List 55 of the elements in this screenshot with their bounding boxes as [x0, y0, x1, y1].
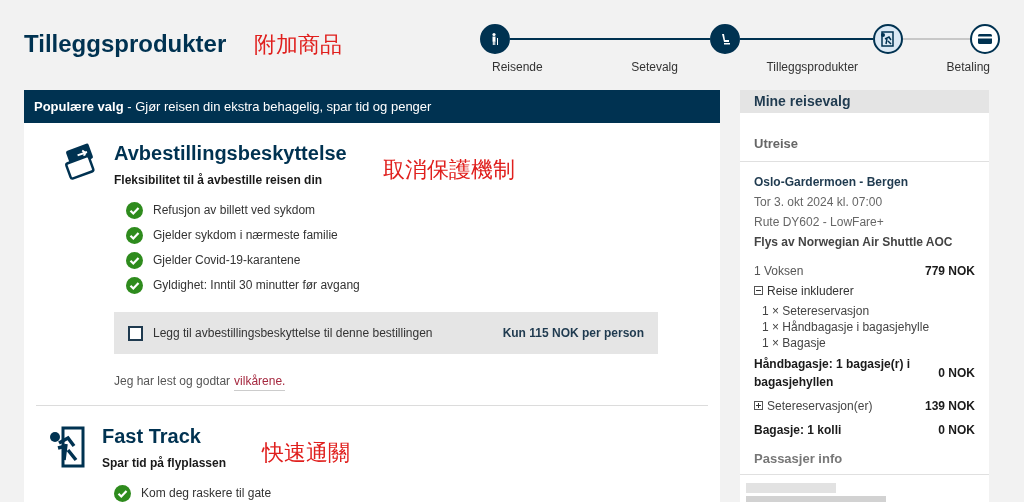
step-label[interactable]: Betaling — [934, 58, 990, 76]
product-subtitle: Spar tid på flyplassen — [102, 455, 227, 472]
step-marker[interactable] — [710, 24, 740, 54]
flight-text: Rute DY602 - LowFare+ — [754, 213, 885, 231]
step-label[interactable]: Setevalg — [619, 58, 678, 76]
page-title: Tilleggsprodukter — [24, 29, 227, 59]
operator-text: Flys av Norwegian Air Shuttle AOC — [754, 233, 954, 251]
section-title: Passasjer info — [754, 449, 844, 468]
check-icon — [126, 276, 143, 294]
benefit-text: Refusjon av billett ved sykdom — [153, 202, 316, 219]
checkbox[interactable] — [128, 325, 143, 341]
summary-label[interactable]: Setereservasjon(er) — [767, 396, 873, 415]
annotation-text: 附加商品 — [254, 30, 343, 59]
option-price: Kun 115 NOK per person — [502, 325, 644, 342]
ticket-icon — [62, 143, 98, 181]
terms-link[interactable]: vilkårene. — [234, 372, 286, 391]
fast-track-icon — [48, 426, 88, 468]
terms-text: Jeg har lest og godtar — [114, 373, 231, 390]
product-title: Fast Track — [102, 424, 202, 448]
included-item: 1 × Bagasje — [762, 334, 827, 351]
summary-amount: 0 NOK — [938, 364, 975, 382]
annotation-text: 取消保護機制 — [382, 156, 515, 184]
summary-amount: 779 NOK — [924, 262, 975, 280]
benefit-text: Gjelder sykdom i nærmeste familie — [153, 227, 338, 244]
check-icon — [126, 226, 143, 244]
summary-header: Mine reisevalg — [740, 90, 989, 113]
annotation-text: 快速通關 — [262, 439, 351, 467]
summary-label: 1 Voksen — [754, 262, 804, 280]
option-label: Legg til avbestillingsbeskyttelse til denne bestillingen — [153, 325, 434, 342]
date-text: Tor 3. okt 2024 kl. 07:00 — [754, 193, 884, 211]
step-marker[interactable] — [873, 24, 904, 54]
step-marker[interactable] — [480, 24, 510, 54]
credit-card-icon — [977, 33, 993, 45]
step-marker[interactable] — [970, 24, 1000, 54]
expand-icon[interactable] — [754, 401, 763, 410]
product-title: Avbestillingsbeskyttelse — [114, 141, 347, 165]
check-icon — [126, 251, 143, 269]
step-label[interactable]: Reisende — [480, 58, 543, 76]
benefit-text: Kom deg raskere til gate — [141, 485, 272, 502]
included-item: 1 × Setereservasjon — [762, 302, 871, 319]
product-subtitle: Fleksibilitet til å avbestille reisen din — [114, 172, 324, 189]
summary-label: Bagasje: 1 kolli — [754, 421, 842, 439]
section-title: Utreise — [754, 135, 799, 151]
benefit-text: Gjelder Covid-19-karantene — [153, 252, 301, 269]
included-item: 1 × Håndbagasje i bagasjehylle — [762, 318, 931, 335]
summary-label: Håndbagasje: 1 bagasje(r) i bagasjehyllen — [754, 355, 912, 391]
includes-label[interactable]: Reise inkluderer — [767, 281, 854, 300]
collapse-icon[interactable] — [754, 286, 763, 295]
benefit-text: Gyldighet: Inntil 30 minutter før avgang — [153, 277, 360, 294]
route-text: Oslo-Gardermoen - Bergen — [754, 173, 910, 191]
summary-amount: 0 NOK — [938, 421, 975, 439]
summary-amount: 139 NOK — [924, 397, 975, 415]
check-icon — [126, 201, 143, 219]
step-label[interactable]: Tilleggsprodukter — [754, 58, 859, 76]
banner: Populære valg - Gjør reisen din ekstra behagelig, spar tid og penger — [24, 90, 720, 123]
